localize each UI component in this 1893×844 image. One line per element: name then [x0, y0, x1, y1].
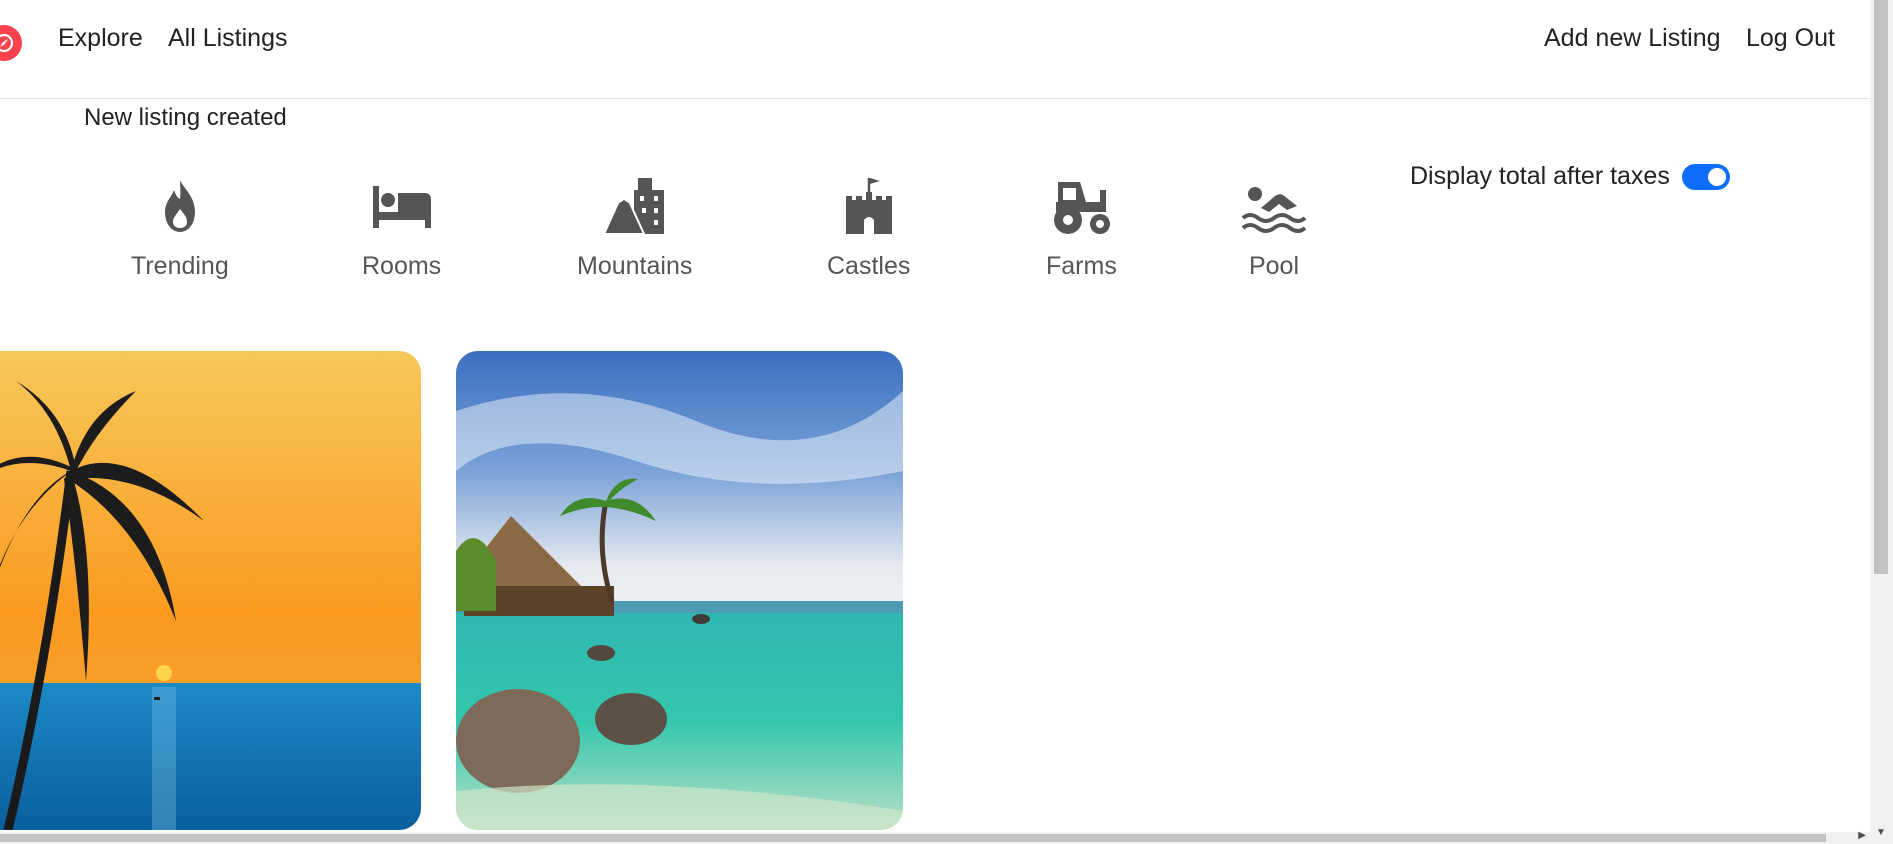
filter-mountains[interactable]: Mountains	[577, 176, 692, 281]
filter-trending[interactable]: Trending	[131, 176, 229, 281]
nav-all-listings-link[interactable]: All Listings	[168, 24, 288, 53]
nav-add-listing-link[interactable]: Add new Listing	[1544, 24, 1721, 53]
horizontal-scrollbar[interactable]: ▶	[0, 830, 1870, 844]
tax-toggle-switch[interactable]	[1681, 163, 1730, 190]
bed-icon	[372, 186, 431, 228]
mountain-city-icon	[602, 178, 664, 235]
filter-farms[interactable]: Farms	[1046, 176, 1117, 281]
palm-sunset-beach-image	[0, 351, 421, 830]
filter-label: Castles	[827, 252, 911, 280]
nav-explore-link[interactable]: Explore	[58, 24, 143, 53]
tax-toggle-label: Display total after taxes	[1410, 162, 1670, 190]
filter-rooms[interactable]: Rooms	[362, 176, 441, 281]
filter-label: Trending	[131, 252, 229, 280]
castle-icon	[845, 178, 892, 234]
filter-label: Rooms	[362, 252, 442, 280]
listing-card[interactable]	[456, 351, 903, 830]
vertical-scrollbar-thumb[interactable]	[1874, 0, 1888, 574]
fire-icon	[164, 180, 195, 232]
filter-label: Pool	[1248, 252, 1300, 280]
filter-label: Farms	[1046, 252, 1117, 280]
filter-label: Mountains	[577, 252, 693, 280]
horizontal-scrollbar-thumb[interactable]	[0, 834, 1826, 842]
scroll-right-arrow-icon[interactable]: ▶	[1858, 830, 1866, 841]
compass-icon[interactable]	[0, 25, 22, 61]
navbar: Explore All Listings Add new Listing Log…	[0, 0, 1870, 99]
nav-logout-link[interactable]: Log Out	[1746, 24, 1835, 53]
tractor-icon	[1054, 182, 1111, 234]
scroll-down-arrow-icon[interactable]: ▼	[1876, 827, 1886, 838]
listing-card[interactable]	[0, 351, 421, 830]
filter-pool[interactable]: Pool	[1241, 176, 1307, 281]
tax-toggle: Display total after taxes	[1410, 162, 1730, 191]
tropical-lagoon-hut-image	[456, 351, 903, 830]
filter-castles[interactable]: Castles	[827, 176, 910, 281]
flash-success-message: New listing created	[84, 104, 287, 131]
swimmer-icon	[1241, 187, 1307, 233]
vertical-scrollbar[interactable]: ▼	[1870, 0, 1893, 844]
